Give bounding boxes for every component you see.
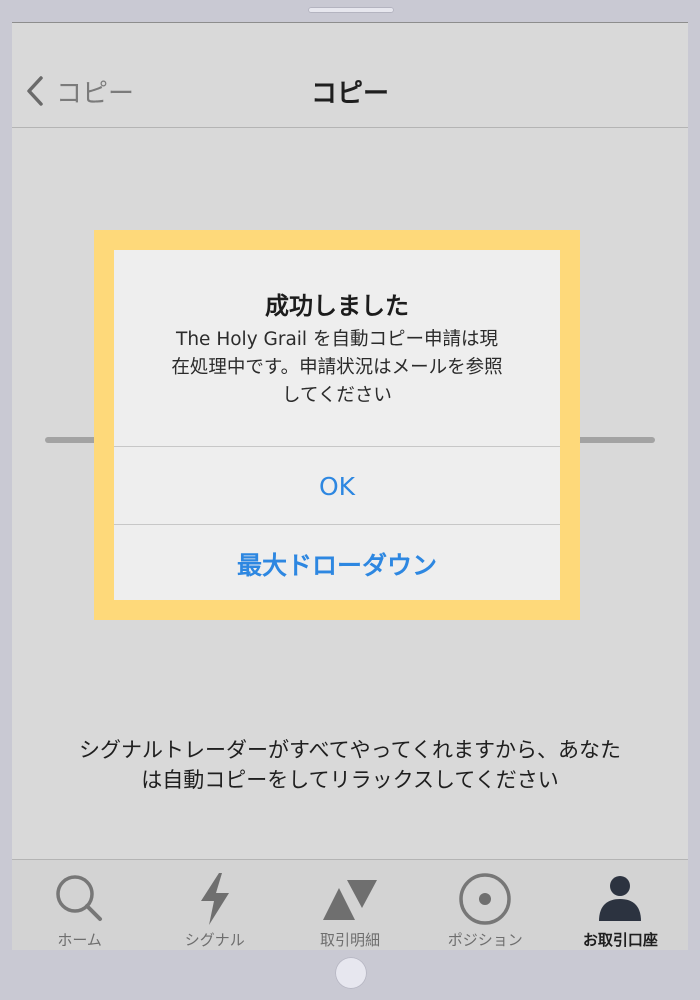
triangles-icon: [323, 880, 377, 920]
description-line-1: シグナルトレーダーがすべてやってくれますから、あなた: [78, 738, 621, 762]
tab-account[interactable]: お取引口座: [553, 860, 688, 950]
description-line-2: は自動コピーをしてリラックスしてください: [141, 768, 559, 792]
dialog-divider: [114, 446, 560, 447]
max-drawdown-button[interactable]: 最大ドローダウン: [114, 526, 560, 600]
dialog-message-line-1: The Holy Grail を自動コピー申請は現: [176, 329, 498, 350]
description-text: シグナルトレーダーがすべてやってくれますから、あなた は自動コピーをしてリラック…: [42, 735, 658, 795]
tab-home[interactable]: ホーム: [12, 860, 147, 950]
tab-signal-label: シグナル: [184, 931, 245, 949]
page-title: コピー: [310, 79, 389, 109]
tab-trade-history[interactable]: 取引明細: [282, 860, 417, 950]
dialog-message: The Holy Grail を自動コピー申請は現 在処理中です。申請状況はメー…: [140, 326, 534, 410]
success-dialog: 成功しました The Holy Grail を自動コピー申請は現 在処理中です。…: [114, 250, 560, 600]
tab-trade-history-label: 取引明細: [320, 931, 381, 949]
tab-positions[interactable]: ポジション: [418, 860, 553, 950]
lightning-icon: [200, 873, 229, 925]
tab-home-label: ホーム: [57, 931, 102, 949]
dialog-title: 成功しました: [265, 292, 409, 320]
dialog-message-line-3: してください: [282, 385, 392, 406]
dialog-message-line-2: 在処理中です。申請状況はメールを参照: [171, 357, 503, 378]
device-home-button[interactable]: [335, 957, 367, 989]
tab-positions-label: ポジション: [447, 931, 523, 949]
device-frame: コピー コピー シグナルトレーダーがすべてやってくれますから、あなた は自動コピ…: [0, 0, 700, 1000]
person-icon: [599, 876, 642, 921]
navigation-bar: コピー コピー: [12, 23, 688, 128]
ok-button[interactable]: OK: [114, 448, 560, 524]
tab-bar: ホーム シグナル 取引明細 ポジション お取引口座: [12, 859, 688, 950]
dialog-divider: [114, 524, 560, 525]
search-icon: [55, 875, 102, 921]
tab-account-label: お取引口座: [582, 931, 658, 949]
device-speaker: [308, 7, 394, 13]
tab-signal[interactable]: シグナル: [147, 860, 282, 950]
target-icon: [459, 873, 511, 925]
